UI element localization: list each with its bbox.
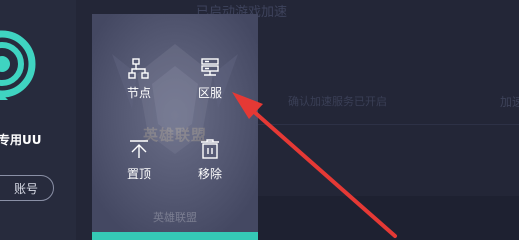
game-card-label: 英雄联盟 — [153, 211, 197, 224]
uu-logo-icon — [0, 30, 36, 100]
sidebar: 专用UU 账号 — [0, 0, 76, 240]
menu-node-button[interactable]: 节点 — [119, 57, 159, 105]
menu-pin-top-label: 置顶 — [126, 167, 151, 181]
menu-remove-label: 移除 — [197, 167, 222, 181]
game-card-accent-bar — [92, 232, 258, 240]
divider — [258, 124, 519, 125]
app-window: 专用UU 账号 已启动游戏加速 确认加速服务已开启 加速 英雄联盟 英雄联盟 节… — [0, 0, 519, 240]
background-hint-text: 确认加速服务已开启 — [288, 95, 387, 108]
trash-icon — [201, 139, 219, 159]
menu-pin-top-button[interactable]: 置顶 — [119, 138, 159, 186]
pin-top-icon — [130, 140, 148, 158]
node-icon — [128, 58, 149, 79]
menu-remove-button[interactable]: 移除 — [190, 138, 230, 186]
menu-node-label: 节点 — [126, 86, 151, 100]
menu-server-region-button[interactable]: 区服 — [190, 57, 230, 105]
server-region-icon — [201, 58, 219, 76]
game-title-watermark: 英雄联盟 — [142, 126, 207, 144]
background-panel — [258, 196, 519, 240]
account-button[interactable]: 账号 — [0, 175, 54, 201]
background-hint-right: 加速 — [500, 95, 519, 109]
game-card-league-of-legends[interactable]: 英雄联盟 英雄联盟 — [92, 14, 258, 240]
menu-server-region-label: 区服 — [197, 86, 222, 100]
account-button-label: 账号 — [13, 181, 38, 196]
brand-name: 专用UU — [0, 133, 42, 147]
